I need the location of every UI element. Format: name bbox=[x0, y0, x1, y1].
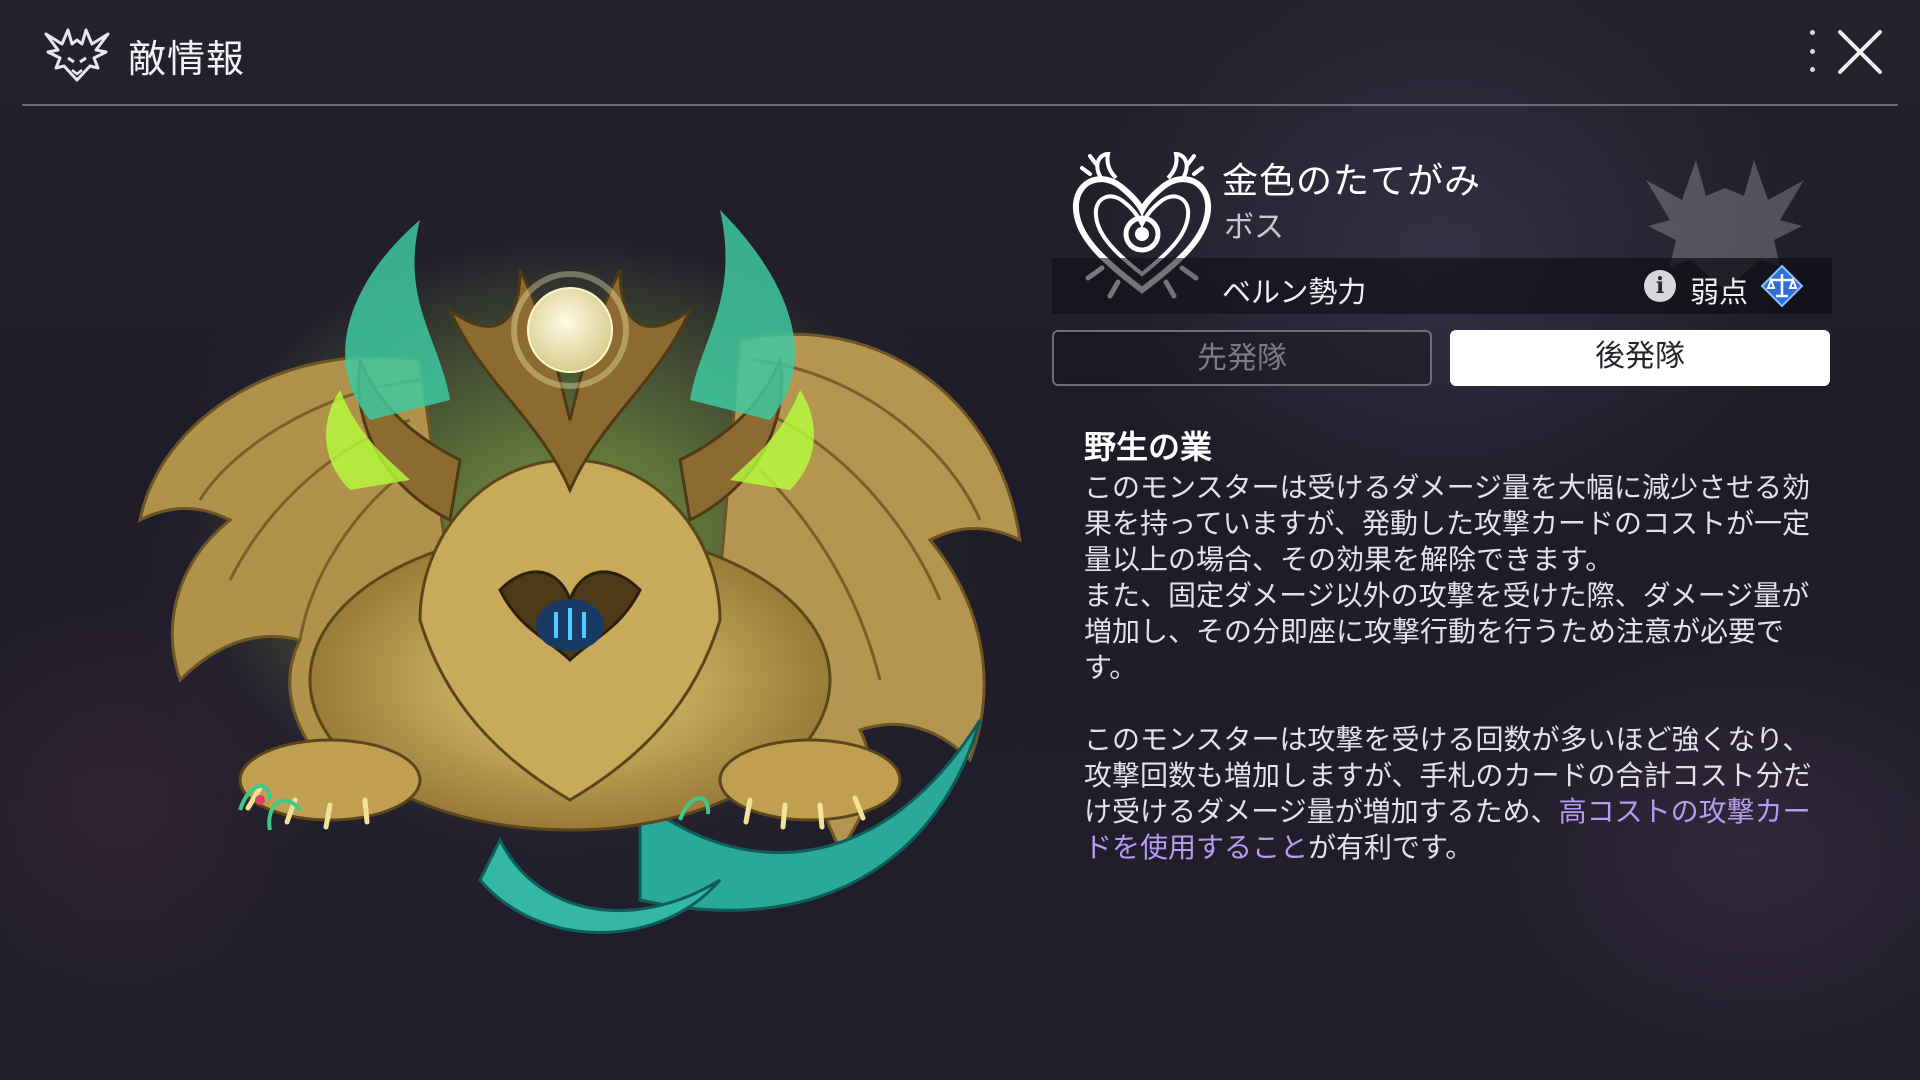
info-icon[interactable]: i bbox=[1644, 270, 1676, 302]
enemy-info-screen: 敵情報 金色のたてがみ ボス ベルン勢力 i 弱点 先発隊 後発隊 野生の業 こ… bbox=[0, 0, 1920, 1080]
tab-rearguard[interactable]: 後発隊 bbox=[1450, 330, 1830, 386]
balance-scale-icon[interactable] bbox=[1760, 264, 1804, 308]
close-icon bbox=[1838, 30, 1882, 74]
monster-illustration bbox=[137, 210, 1022, 934]
monster-name: 金色のたてがみ bbox=[1222, 161, 1482, 202]
skill-title: 野生の業 bbox=[1084, 428, 1213, 466]
monster-rank: ボス bbox=[1224, 210, 1284, 245]
header-bar: 敵情報 bbox=[22, 0, 1898, 106]
demon-crest-icon bbox=[44, 28, 110, 82]
faction-bar: ベルン勢力 i 弱点 bbox=[1052, 258, 1832, 314]
close-button[interactable] bbox=[1834, 26, 1886, 78]
tab-vanguard[interactable]: 先発隊 bbox=[1052, 330, 1432, 386]
page-title: 敵情報 bbox=[128, 37, 246, 81]
skill-description-tail: が有利です。 bbox=[1308, 831, 1474, 864]
weakness-label[interactable]: 弱点 bbox=[1690, 269, 1748, 311]
more-options-button[interactable] bbox=[1802, 30, 1822, 72]
faction-name: ベルン勢力 bbox=[1222, 275, 1367, 309]
skill-description: このモンスターは受けるダメージ量を大幅に減少させる効果を持っていますが、発動した… bbox=[1084, 470, 1820, 866]
skill-description-text: このモンスターは受けるダメージ量を大幅に減少させる効果を持っていますが、発動した… bbox=[1084, 471, 1812, 828]
vertical-ellipsis-icon bbox=[1809, 30, 1815, 35]
